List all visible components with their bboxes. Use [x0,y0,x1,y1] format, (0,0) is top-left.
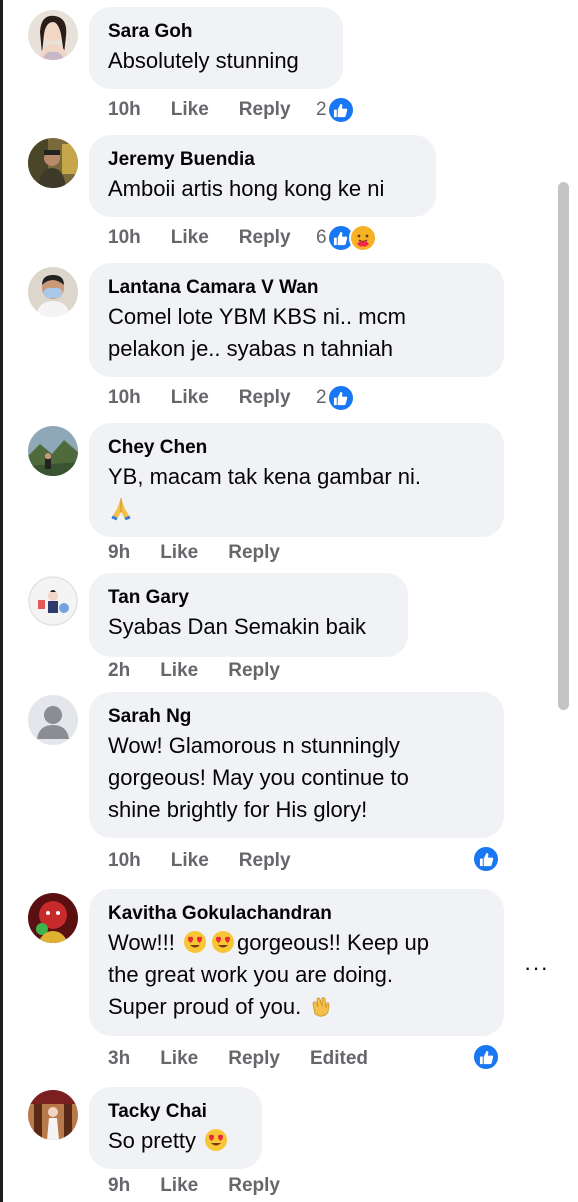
scrollbar-thumb[interactable] [558,182,569,710]
reply-button[interactable]: Reply [228,1175,280,1197]
reply-button[interactable]: Reply [239,387,291,409]
comment-text: Wow! Glamorous n stunningly gorgeous! May… [108,730,485,826]
comment-bubble: Sarah Ng Wow! Glamorous n stunningly gorg… [89,692,504,838]
like-button[interactable]: Like [171,99,209,121]
like-button[interactable]: Like [171,227,209,249]
comment-text-line: pelakon je.. syabas n tahniah [108,336,393,361]
reaction-summary[interactable] [472,845,500,873]
comment-actions: 9h Like Reply [108,542,310,564]
avatar[interactable] [28,138,78,188]
clapping-hands-emoji [312,997,330,1017]
reply-button[interactable]: Reply [228,660,280,682]
reply-button[interactable]: Reply [239,850,291,872]
comment-author[interactable]: Tacky Chai [108,1100,243,1124]
comment-text-part: Wow!!! [108,930,175,955]
avatar[interactable] [28,426,78,476]
window-left-edge [0,0,3,1202]
more-options-icon[interactable]: ··· [524,955,549,981]
avatar[interactable] [28,576,78,626]
like-button[interactable]: Like [160,1175,198,1197]
reaction-summary[interactable] [472,1043,500,1071]
comment-actions: 10h Like Reply [108,99,321,121]
comment-time[interactable]: 10h [108,227,141,249]
care-reaction-icon [348,224,377,252]
comment-time[interactable]: 2h [108,660,130,682]
reply-button[interactable]: Reply [239,227,291,249]
comment-time[interactable]: 3h [108,1048,130,1070]
comment-time[interactable]: 10h [108,850,141,872]
comment-text: Wow!!! gorgeous!! Keep up the great work… [108,927,485,1023]
reply-button[interactable]: Reply [239,99,291,121]
reaction-count: 2 [316,387,327,408]
comment-text: Amboii artis hong kong ke ni [108,176,385,201]
reaction-summary[interactable]: 6 [316,224,377,252]
avatar[interactable] [28,10,78,60]
comment-actions: 10h Like Reply [108,387,321,409]
comment-bubble: Sara Goh Absolutely stunning [89,7,343,89]
comment-text: Syabas Dan Semakin baik [108,614,367,639]
comment-author[interactable]: Tan Gary [108,586,389,610]
comment-text-part: gorgeous!! Keep up [236,930,429,955]
comment-author[interactable]: Lantana Camara V Wan [108,276,485,300]
comment-time[interactable]: 10h [108,387,141,409]
comment-text: So pretty [108,1125,243,1157]
avatar[interactable] [28,267,78,317]
comment-actions: 10h Like Reply [108,227,321,249]
comment-author[interactable]: Sarah Ng [108,705,485,729]
comment-time[interactable]: 9h [108,1175,130,1197]
avatar[interactable] [28,893,78,943]
comment-bubble: Lantana Camara V Wan Comel lote YBM KBS … [89,263,504,377]
comment-bubble: Tacky Chai So pretty [89,1087,262,1169]
edited-label: Edited [309,1048,369,1069]
reaction-summary[interactable]: 2 [316,96,355,124]
comment-bubble: Chey Chen YB, macam tak kena gambar ni. [89,423,504,537]
comment-text: YB, macam tak kena gambar ni. [108,464,422,489]
reaction-count: 6 [316,227,327,248]
reply-button[interactable]: Reply [228,542,280,564]
comment-actions: 2h Like Reply [108,660,310,682]
comment-time[interactable]: 10h [108,99,141,121]
avatar[interactable] [28,1090,78,1140]
comment-author[interactable]: Sara Goh [108,20,324,44]
comment-text: Absolutely stunning [108,48,299,73]
like-reaction-icon [326,384,355,412]
comment-actions: 9h Like Reply [108,1175,310,1197]
comment-bubble: Kavitha Gokulachandran Wow!!! gorgeous!!… [89,889,504,1036]
heart-eyes-emoji [183,931,206,953]
avatar[interactable] [28,695,78,745]
comment-author[interactable]: Kavitha Gokulachandran [108,902,485,926]
like-button[interactable]: Like [160,1048,198,1070]
like-reaction-icon [472,1043,500,1071]
comment-text-part: So pretty [108,1128,197,1153]
comment-text: Comel lote YBM KBS ni.. mcm pelakon je.. … [108,301,485,365]
like-button[interactable]: Like [160,542,198,564]
comment-actions: 10h Like Reply [108,850,321,872]
comment-time[interactable]: 9h [108,542,130,564]
like-button[interactable]: Like [171,387,209,409]
comment-bubble: Tan Gary Syabas Dan Semakin baik [89,573,408,657]
comment-bubble: Jeremy Buendia Amboii artis hong kong ke… [89,135,436,217]
heart-eyes-emoji [205,1129,228,1151]
comment-text-line: gorgeous! May you continue to [108,765,409,790]
comment-text-line: the great work you are doing. [108,962,393,987]
like-reaction-icon [472,845,500,873]
comment-author[interactable]: Jeremy Buendia [108,148,417,172]
comment-text-line: Wow! Glamorous n stunningly [108,733,400,758]
like-button[interactable]: Like [160,660,198,682]
comment-text-line: Comel lote YBM KBS ni.. mcm [108,304,406,329]
reaction-summary[interactable]: 2 [316,384,355,412]
heart-eyes-emoji [211,931,234,953]
comment-actions: 3h Like Reply Edited [108,1048,398,1070]
comment-author[interactable]: Chey Chen [108,436,485,460]
like-button[interactable]: Like [171,850,209,872]
reaction-count: 2 [316,99,327,120]
like-reaction-icon [326,96,355,124]
comment-text-line: shine brightly for His glory! [108,797,368,822]
reply-button[interactable]: Reply [228,1048,280,1070]
folded-hands-emoji [108,495,485,526]
comment-text-line: Super proud of you. [108,994,302,1019]
